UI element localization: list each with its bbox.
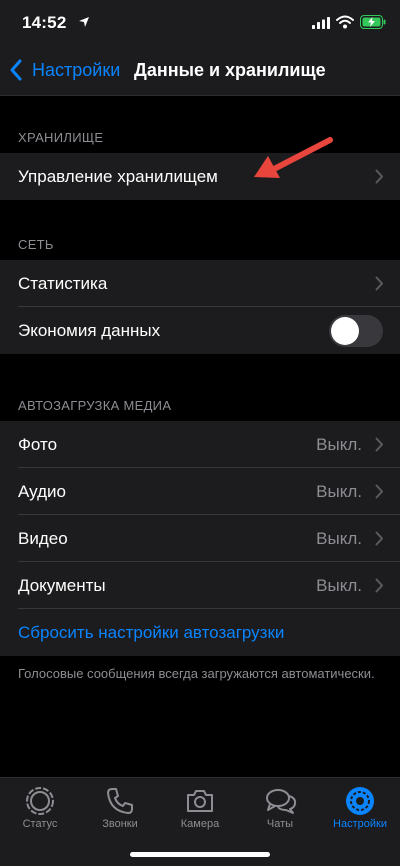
video-row[interactable]: Видео Выкл. (0, 515, 400, 562)
battery-charging-icon (360, 15, 386, 29)
wifi-icon (336, 15, 354, 29)
cellular-signal-icon (312, 17, 330, 29)
tab-chats[interactable]: Чаты (240, 778, 320, 838)
tab-camera[interactable]: Камера (160, 778, 240, 838)
tab-status-label: Статус (22, 818, 58, 830)
chevron-right-icon (375, 578, 383, 593)
documents-label: Документы (18, 576, 106, 595)
audio-label: Аудио (18, 482, 66, 501)
chevron-right-icon (375, 276, 383, 291)
section-header-storage: ХРАНИЛИЩЕ (18, 130, 104, 145)
manage-storage-label: Управление хранилищем (18, 167, 218, 186)
manage-storage-row[interactable]: Управление хранилищем (0, 153, 400, 200)
data-saver-toggle[interactable] (329, 315, 383, 347)
audio-value: Выкл. (316, 482, 362, 501)
status-icon (26, 787, 54, 815)
location-arrow-icon (79, 17, 89, 27)
video-label: Видео (18, 529, 68, 548)
chevron-right-icon (375, 484, 383, 499)
documents-row[interactable]: Документы Выкл. (0, 562, 400, 609)
data-saver-label: Экономия данных (18, 321, 161, 340)
reset-autodownload-button[interactable]: Сбросить настройки автозагрузки (18, 623, 284, 643)
chevron-right-icon (375, 437, 383, 452)
tab-settings-label: Настройки (333, 818, 387, 830)
statistics-row[interactable]: Статистика (0, 260, 400, 307)
video-value: Выкл. (316, 529, 362, 548)
tab-camera-label: Камера (180, 818, 220, 830)
chevron-left-icon[interactable] (8, 58, 24, 82)
home-indicator (130, 852, 270, 857)
photo-label: Фото (18, 435, 58, 454)
tab-calls[interactable]: Звонки (80, 778, 160, 838)
toggle-knob (331, 317, 359, 345)
camera-icon (187, 790, 213, 812)
tab-chats-label: Чаты (266, 818, 294, 830)
section-header-network: СЕТЬ (18, 237, 54, 252)
chevron-right-icon (375, 531, 383, 546)
data-saver-row: Экономия данных (0, 307, 400, 354)
photo-row[interactable]: Фото Выкл. (0, 421, 400, 468)
reset-autodownload-row[interactable]: Сбросить настройки автозагрузки (0, 609, 400, 656)
voice-messages-note: Голосовые сообщения всегда загружаются а… (18, 666, 375, 681)
page-title: Данные и хранилище (134, 60, 326, 80)
tab-settings[interactable]: Настройки (320, 778, 400, 838)
tab-status[interactable]: Статус (0, 778, 80, 838)
chevron-right-icon (375, 169, 383, 184)
annotation-arrow-icon (254, 137, 333, 178)
status-time: 14:52 (22, 13, 67, 32)
phone-icon (107, 788, 133, 814)
documents-value: Выкл. (316, 576, 362, 595)
tab-calls-label: Звонки (102, 818, 138, 830)
photo-value: Выкл. (316, 435, 362, 454)
status-bar: 14:52 (0, 0, 400, 44)
chats-icon (266, 789, 297, 814)
audio-row[interactable]: Аудио Выкл. (0, 468, 400, 515)
back-button[interactable]: Настройки (32, 60, 120, 81)
statistics-label: Статистика (18, 274, 108, 293)
navigation-bar: Настройки Данные и хранилище (0, 44, 400, 96)
section-header-media-autodownload: АВТОЗАГРУЗКА МЕДИА (18, 398, 172, 413)
gear-icon (346, 787, 374, 815)
